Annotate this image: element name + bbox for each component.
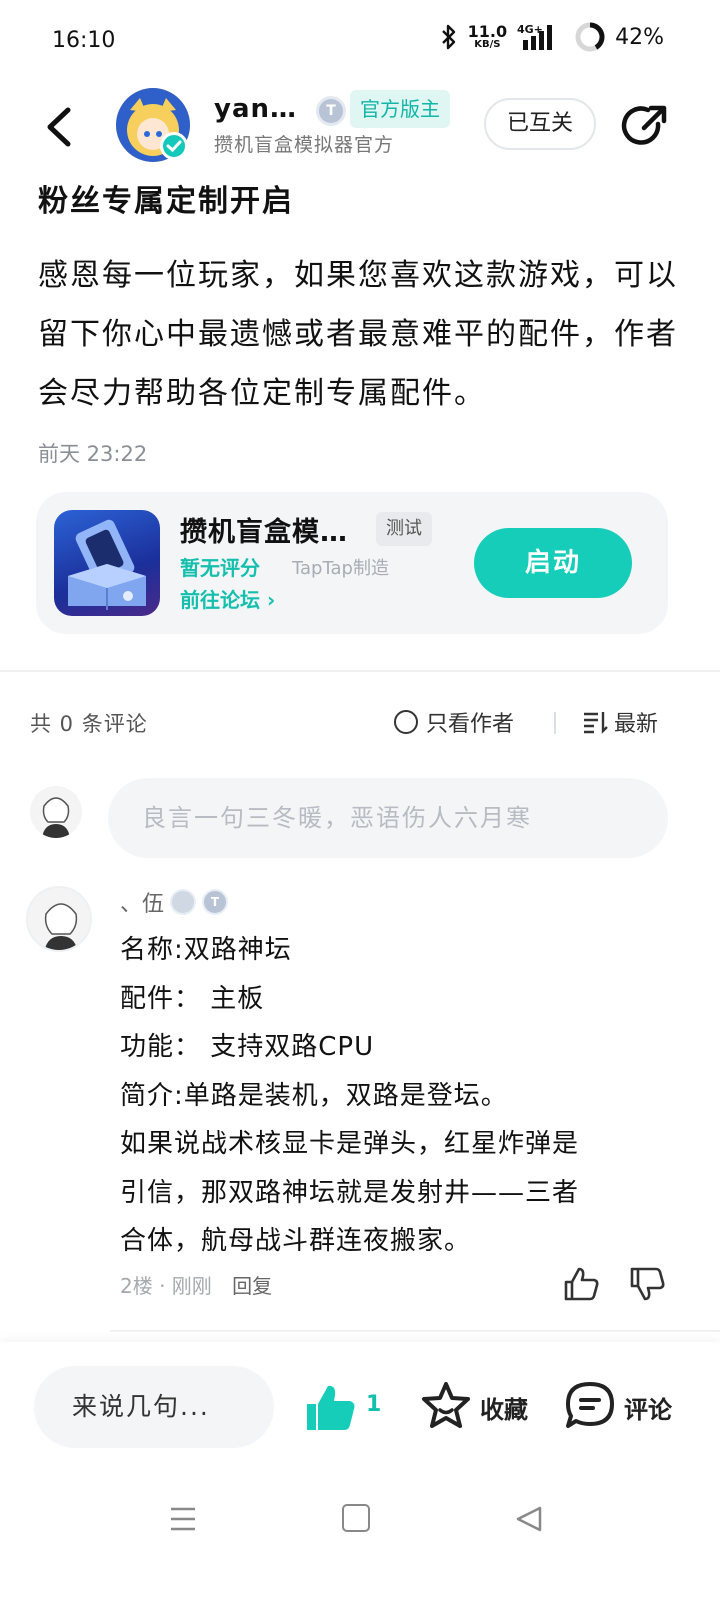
taptap-badge-icon: T xyxy=(316,96,346,126)
commenter-avatar[interactable] xyxy=(26,886,92,952)
status-indicators: 11.0 KB/S 4G+ 42% xyxy=(440,22,664,52)
comment-line: 引信，那双路神坛就是发射井——三者 xyxy=(120,1177,580,1208)
back-triangle-icon[interactable] xyxy=(514,1504,544,1534)
signal-icon: 4G+ xyxy=(517,23,553,50)
fan-badge-icon xyxy=(170,889,197,915)
app-test-tag: 测试 xyxy=(376,512,432,546)
post-title: 粉丝专属定制开启 xyxy=(38,184,294,219)
follow-button[interactable]: 已互关 xyxy=(484,98,596,150)
share-icon[interactable] xyxy=(620,102,670,152)
app-icon[interactable] xyxy=(54,510,160,616)
sketch-avatar-icon xyxy=(42,797,70,838)
forum-link-label: 前往论坛 xyxy=(180,588,260,612)
taptap-badge-icon: T xyxy=(202,889,229,915)
verified-badge-icon xyxy=(160,132,188,160)
my-avatar xyxy=(30,786,82,838)
comment-floor-time: 2楼 · 刚刚 xyxy=(120,1274,212,1298)
only-author-toggle[interactable]: 只看作者 xyxy=(394,706,514,738)
comment-line: 功能： 支持双路CPU xyxy=(120,1032,375,1062)
net-speed: 11.0 KB/S xyxy=(468,24,507,50)
net-speed-value: 11.0 xyxy=(467,22,508,41)
author-subtitle: 攒机盲盒模拟器官方 xyxy=(214,134,395,156)
status-bar: 16:10 11.0 KB/S 4G+ 42% xyxy=(0,0,720,84)
status-time: 16:10 xyxy=(52,28,116,53)
sort-toggle[interactable]: 最新 xyxy=(582,706,658,738)
commenter-name[interactable]: 、伍 xyxy=(120,886,164,918)
comment-line: 简介:单路是装机，双路是登坛。 xyxy=(120,1080,508,1111)
post-body: 感恩每一位玩家，如果您喜欢这款游戏，可以留下你心中最遗憾或者最意难平的配件，作者… xyxy=(38,258,678,411)
author-name[interactable]: yan… xyxy=(214,94,297,124)
app-card[interactable]: 攒机盲盒模… 测试 暂无评分 TapTap制造 前往论坛 › 启动 xyxy=(36,492,668,634)
back-arrow-icon[interactable] xyxy=(40,104,80,150)
radio-circle-icon xyxy=(394,710,418,734)
sort-label: 最新 xyxy=(614,712,659,737)
thumbs-up-icon[interactable] xyxy=(562,1266,600,1302)
menu-icon[interactable] xyxy=(168,1504,198,1534)
comment-count: 共 0 条评论 xyxy=(30,712,148,736)
launch-button[interactable]: 启动 xyxy=(474,528,632,598)
post-header: yan… T 官方版主 攒机盲盒模拟器官方 已互关 xyxy=(0,84,720,174)
reply-button[interactable]: 回复 xyxy=(232,1274,272,1298)
sketch-avatar-icon xyxy=(44,903,78,950)
comment-input[interactable] xyxy=(108,778,668,858)
app-maker: TapTap制造 xyxy=(292,558,389,579)
thumbs-down-icon[interactable] xyxy=(628,1266,666,1302)
bluetooth-icon xyxy=(441,24,455,50)
say-something-input[interactable]: 来说几句... xyxy=(34,1366,274,1448)
comment-line: 配件： 主板 xyxy=(120,983,265,1014)
sort-list-icon xyxy=(584,712,608,734)
comment-line: 如果说战术核显卡是弹头，红星炸弹是 xyxy=(120,1129,580,1159)
vertical-separator xyxy=(554,712,556,734)
favorite-star-icon[interactable] xyxy=(420,1380,472,1432)
system-nav-bar xyxy=(0,1470,720,1608)
post-timestamp: 前天 23:22 xyxy=(38,442,148,466)
app-rating: 暂无评分 xyxy=(180,556,260,580)
battery-icon xyxy=(575,22,605,52)
comment-line: 合体，航母战斗群连夜搬家。 xyxy=(120,1226,472,1256)
comment-bubble-icon[interactable] xyxy=(564,1380,616,1432)
comment-divider xyxy=(110,1330,720,1332)
gpu-box-icon xyxy=(68,519,146,610)
only-author-label: 只看作者 xyxy=(426,712,515,737)
bottom-action-bar: 来说几句... 1 收藏 评论 xyxy=(0,1342,720,1470)
battery-percent: 42% xyxy=(615,24,664,50)
like-count: 1 xyxy=(366,1392,382,1417)
comment-meta: 2楼 · 刚刚 回复 xyxy=(120,1270,272,1299)
comment-label[interactable]: 评论 xyxy=(624,1390,672,1425)
chevron-right-icon: › xyxy=(266,588,276,612)
like-thumb-icon[interactable] xyxy=(304,1382,358,1434)
app-name[interactable]: 攒机盲盒模… xyxy=(180,510,348,549)
home-square-icon[interactable] xyxy=(342,1504,370,1532)
favorite-label[interactable]: 收藏 xyxy=(480,1390,528,1425)
comment-line: 名称:双路神坛 xyxy=(120,935,292,965)
net-speed-unit: KB/S xyxy=(474,39,501,50)
commenter-row: 、伍 T xyxy=(120,886,229,918)
official-tag: 官方版主 xyxy=(350,90,450,128)
forum-link[interactable]: 前往论坛 › xyxy=(180,584,275,613)
comment-body: 名称:双路神坛 配件： 主板 功能： 支持双路CPU 简介:单路是装机，双路是登… xyxy=(120,926,676,1266)
section-divider xyxy=(0,670,720,672)
